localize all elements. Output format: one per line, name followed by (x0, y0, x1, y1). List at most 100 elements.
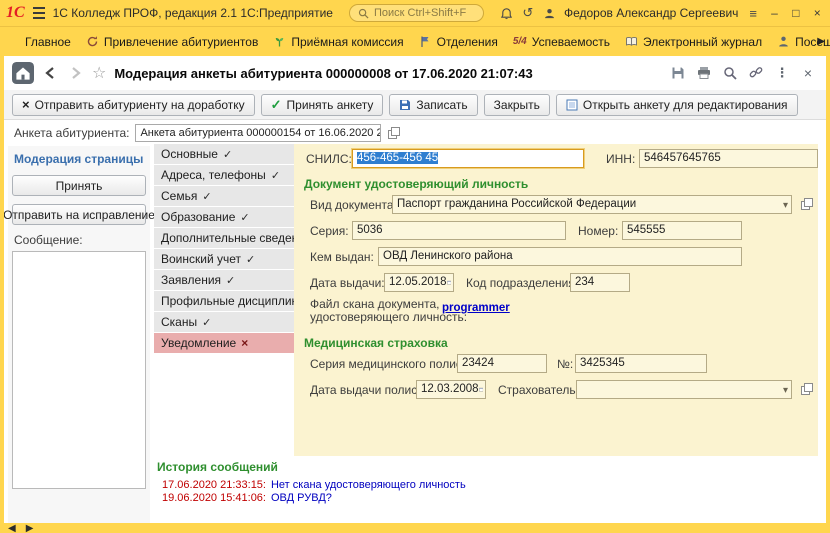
snils-field[interactable]: 456-465-456 45 (352, 149, 584, 168)
form-title: Модерация анкеты абитуриента 000000008 о… (114, 66, 662, 81)
sprout-icon (273, 35, 286, 48)
policy-series-label: Серия медицинского полиса: (310, 357, 472, 371)
scan-file-link[interactable]: programmer (442, 302, 510, 314)
maximize-icon[interactable]: □ (789, 6, 802, 20)
notifications-bell-icon[interactable] (500, 4, 513, 22)
write-button[interactable]: Записать (389, 94, 477, 116)
main-menu-icon[interactable] (33, 7, 45, 19)
save-icon[interactable] (668, 63, 688, 83)
tab-applications[interactable]: Заявления✓ (154, 270, 294, 290)
history-icon[interactable]: ↺ (521, 4, 534, 22)
menu-item-admissions[interactable]: Приёмная комиссия (273, 35, 403, 49)
menu-item-grades[interactable]: 5/4 Успеваемость (513, 35, 610, 49)
more-icon[interactable]: ⋮ (772, 63, 792, 83)
anketa-label: Анкета абитуриента: (14, 126, 129, 140)
x-icon: × (22, 98, 30, 111)
tab-profile-subjects[interactable]: Профильные дисциплины✓ (154, 291, 294, 311)
menu-item-label: Привлечение абитуриентов (104, 35, 258, 49)
calendar-icon[interactable] (447, 277, 451, 288)
accept-form-button[interactable]: ✓ Принять анкету (261, 94, 384, 116)
grade-5-4-icon: 5/4 (513, 36, 527, 47)
issued-by-field[interactable]: ОВД Ленинского района (378, 247, 742, 266)
number-label: Номер: (578, 224, 618, 238)
tab-addresses[interactable]: Адреса, телефоны✓ (154, 165, 294, 185)
menu-item-label: Приёмная комиссия (291, 35, 403, 49)
home-icon[interactable] (12, 62, 34, 84)
message-textarea[interactable] (12, 251, 146, 489)
insurer-field[interactable] (576, 380, 792, 399)
bottom-nav: ◀ ▶ (8, 524, 33, 533)
send-for-rework-button[interactable]: × Отправить абитуриенту на доработку (12, 94, 255, 116)
close-form-icon[interactable]: × (798, 63, 818, 83)
message-text: Нет скана удостоверяющего личность (271, 479, 466, 491)
button-label: Отправить на исправление (4, 208, 155, 222)
history-message: 17.06.2020 21:33:15: Нет скана удостоверя… (162, 479, 813, 492)
open-ref-icon[interactable] (387, 126, 401, 140)
tab-education[interactable]: Образование✓ (154, 207, 294, 227)
policy-no-field[interactable]: 3425345 (575, 354, 707, 373)
tab-scans[interactable]: Сканы✓ (154, 312, 294, 332)
global-search-input[interactable]: Поиск Ctrl+Shift+F (349, 4, 484, 22)
prev-form-icon[interactable]: ◀ (8, 524, 16, 533)
tools-menu-icon[interactable]: ≡ (746, 4, 759, 22)
menu-overflow-icon[interactable]: ▶ (817, 36, 825, 47)
doc-section-title: Документ удостоверяющий личность (304, 177, 528, 191)
search-placeholder: Поиск Ctrl+Shift+F (374, 7, 466, 19)
history-box[interactable]: 17.06.2020 21:33:15: Нет скана удостоверя… (157, 476, 818, 521)
send-fix-button[interactable]: Отправить на исправление (12, 204, 146, 225)
snils-label: СНИЛС: (306, 152, 352, 166)
message-time: 19.06.2020 15:41:06: (162, 492, 266, 504)
button-label: Принять (56, 179, 103, 193)
policy-series-field[interactable]: 23424 (457, 354, 547, 373)
anketa-ref-field[interactable]: Анкета абитуриента 000000154 от 16.06.20… (135, 124, 381, 142)
issue-date-label: Дата выдачи: (310, 276, 385, 290)
series-label: Серия: (310, 224, 349, 238)
link-icon[interactable] (746, 63, 766, 83)
person-icon (777, 35, 790, 48)
inn-field[interactable]: 546457645765 (639, 149, 818, 168)
tab-additional[interactable]: Дополнительные сведения✓ (154, 228, 294, 248)
tab-notification[interactable]: Уведомление× (154, 333, 294, 353)
next-form-icon[interactable]: ▶ (26, 524, 34, 533)
message-time: 17.06.2020 21:33:15: (162, 479, 266, 491)
page-tabs: Основные✓ Адреса, телефоны✓ Семья✓ Образ… (154, 144, 294, 354)
button-label: Записать (416, 98, 467, 112)
menu-item-departments[interactable]: Отделения (419, 35, 498, 49)
check-icon: ✓ (240, 211, 249, 224)
dept-code-field[interactable]: 234 (570, 273, 630, 292)
print-icon[interactable] (694, 63, 714, 83)
series-field[interactable]: 5036 (352, 221, 566, 240)
issue-date-field[interactable]: 12.05.2018 (384, 273, 454, 292)
close-button[interactable]: Закрыть (484, 94, 550, 116)
number-field[interactable]: 545555 (622, 221, 742, 240)
forward-icon[interactable] (66, 62, 86, 84)
menu-item-attract-applicants[interactable]: Привлечение абитуриентов (86, 35, 258, 49)
open-ref-icon[interactable] (800, 197, 814, 211)
minimize-icon[interactable]: – (768, 6, 781, 20)
user-name[interactable]: Федоров Александр Сергеевич (564, 6, 738, 20)
find-icon[interactable] (720, 63, 740, 83)
sections-panel: Главное Привлечение абитуриентов Приёмна… (0, 26, 830, 56)
check-icon: ✓ (271, 169, 280, 182)
open-ref-icon[interactable] (800, 382, 814, 396)
menu-item-ejournal[interactable]: Электронный журнал (625, 35, 762, 49)
back-icon[interactable] (40, 62, 60, 84)
tab-military[interactable]: Воинский учет✓ (154, 249, 294, 269)
calendar-icon[interactable] (479, 384, 483, 395)
favorite-star-icon[interactable]: ☆ (92, 63, 106, 83)
title-bar: 1С 1С Колледж ПРОФ, редакция 2.1 1С:Пред… (0, 0, 830, 26)
menu-item-main[interactable]: Главное (25, 35, 71, 49)
accept-page-button[interactable]: Принять (12, 175, 146, 196)
open-for-edit-button[interactable]: Открыть анкету для редактирования (556, 94, 798, 116)
close-window-icon[interactable]: × (811, 6, 824, 20)
policy-no-label: №: (557, 357, 573, 371)
policy-date-label: Дата выдачи полиса: (310, 383, 427, 397)
message-text: ОВД РУВД? (271, 492, 332, 504)
moderation-panel-title: Модерация страницы (14, 152, 144, 166)
tab-main[interactable]: Основные✓ (154, 144, 294, 164)
menu-item-label: Главное (25, 35, 71, 49)
policy-date-field[interactable]: 12.03.2008 (416, 380, 486, 399)
menu-item-label: Успеваемость (532, 35, 610, 49)
tab-family[interactable]: Семья✓ (154, 186, 294, 206)
doc-type-field[interactable]: Паспорт гражданина Российской Федерации (392, 195, 792, 214)
